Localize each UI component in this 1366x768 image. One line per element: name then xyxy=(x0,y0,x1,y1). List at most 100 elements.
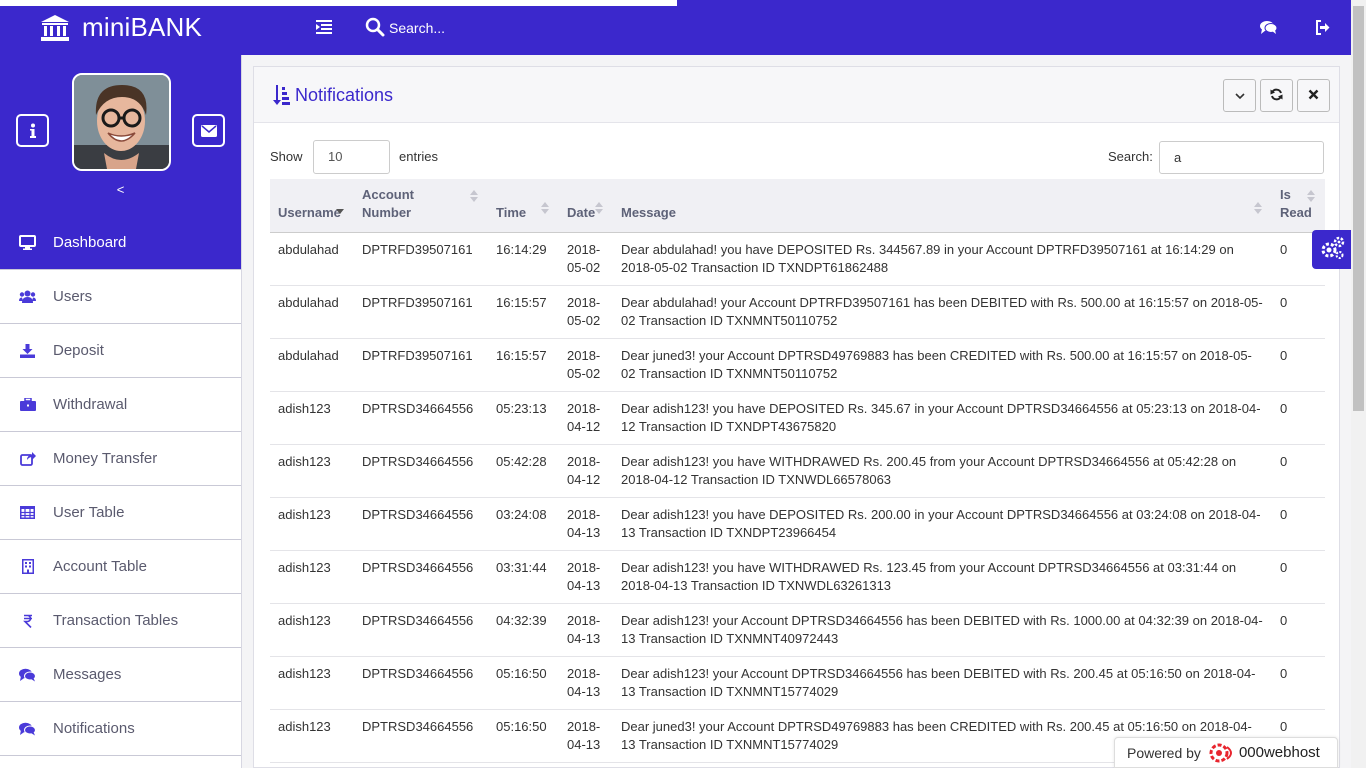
share-icon xyxy=(19,450,36,467)
top-loading-strip xyxy=(0,0,677,6)
table-header-row: Username Account Number Time Date Messag… xyxy=(270,179,1325,233)
cell-username: adish123 xyxy=(270,497,354,551)
powered-by-badge[interactable]: Powered by 000webhost xyxy=(1114,737,1338,768)
cell-date: 2018-04-12 xyxy=(559,391,613,445)
cell-account: DPTRFD39507161 xyxy=(354,338,488,392)
cell-time: 05:23:13 xyxy=(488,391,559,445)
sidebar-item-label: Transaction Tables xyxy=(53,612,179,629)
cell-account: DPTRSD34664556 xyxy=(354,444,488,498)
sign-out-icon[interactable] xyxy=(1315,20,1330,35)
cell-message: Dear adish123! you have WITHDRAWED Rs. 1… xyxy=(613,550,1272,604)
menu-toggle-icon[interactable] xyxy=(316,20,332,34)
column-header-label: Message xyxy=(621,204,676,220)
cell-date: 2018-04-13 xyxy=(559,497,613,551)
cell-account: DPTRSD34664556 xyxy=(354,497,488,551)
cell-time: 16:15:57 xyxy=(488,338,559,392)
cell-date: 2018-04-13 xyxy=(559,656,613,710)
brand[interactable]: miniBANK xyxy=(0,0,242,55)
main-content: Notifications Show 10 entries Search: Us… xyxy=(242,55,1351,768)
sidebar-item-users[interactable]: Users xyxy=(0,270,241,324)
sidebar-item-dashboard[interactable]: Dashboard xyxy=(0,216,241,270)
cell-is-read: 0 xyxy=(1272,497,1325,551)
cell-is-read: 0 xyxy=(1272,550,1325,604)
search-icon xyxy=(365,17,385,37)
column-header-is-read[interactable]: Is Read xyxy=(1272,179,1325,233)
cell-username: adish123 xyxy=(270,709,354,763)
show-label: Show xyxy=(270,149,303,164)
cell-message: Dear adish123! your Account DPTRSD346645… xyxy=(613,656,1272,710)
cell-username: adish123 xyxy=(270,656,354,710)
sidebar-item-account-table[interactable]: Account Table xyxy=(0,540,241,594)
top-navbar: miniBANK xyxy=(0,0,1351,55)
sidebar-item-user-table[interactable]: User Table xyxy=(0,486,241,540)
sidebar-item-withdrawal[interactable]: Withdrawal xyxy=(0,378,241,432)
column-header-label: Date xyxy=(567,204,596,220)
cell-account: DPTRSD34664556 xyxy=(354,391,488,445)
download-icon xyxy=(19,342,36,359)
entries-label: entries xyxy=(399,149,439,164)
cell-is-read: 0 xyxy=(1272,338,1325,392)
chat-icon[interactable] xyxy=(1260,20,1278,35)
close-icon xyxy=(1308,88,1319,103)
comments-icon xyxy=(19,666,36,683)
cell-is-read: 0 xyxy=(1272,391,1325,445)
column-header-message[interactable]: Message xyxy=(613,179,1272,233)
table-row: adish123 DPTRSD34664556 05:42:28 2018-04-12… xyxy=(270,444,1325,498)
sidebar-item-label: Account Table xyxy=(53,558,147,575)
cell-message: Dear adish123! your Account DPTRSD346645… xyxy=(613,603,1272,657)
brand-name: miniBANK xyxy=(82,12,203,42)
cell-time: 03:24:08 xyxy=(488,497,559,551)
sidebar-item-label: User Table xyxy=(53,504,125,521)
scrollbar-thumb[interactable] xyxy=(1353,6,1364,411)
table-row: adish123 DPTRSD34664556 03:31:44 2018-04-13… xyxy=(270,550,1325,604)
cell-date: 2018-04-12 xyxy=(559,444,613,498)
table-search-label: Search: xyxy=(1108,149,1153,164)
sidebar-item-messages[interactable]: Messages xyxy=(0,648,241,702)
column-header-time[interactable]: Time xyxy=(488,179,559,233)
chevron-down-icon xyxy=(1234,88,1245,103)
cell-time: 03:31:44 xyxy=(488,550,559,604)
column-header-username[interactable]: Username xyxy=(270,179,354,233)
cell-date: 2018-05-02 xyxy=(559,285,613,339)
sidebar-item-money-transfer[interactable]: Money Transfer xyxy=(0,432,241,486)
profile-collapse-toggle[interactable]: < xyxy=(0,182,241,197)
cell-message: Dear abdulahad! you have DEPOSITED Rs. 3… xyxy=(613,232,1272,286)
close-panel-button[interactable] xyxy=(1297,79,1330,112)
column-header-label: Time xyxy=(496,204,527,220)
sort-icon xyxy=(541,201,549,214)
avatar[interactable] xyxy=(72,73,171,171)
column-header-date[interactable]: Date xyxy=(559,179,613,233)
table-search-input[interactable] xyxy=(1159,141,1324,174)
sidebar-item-notifications[interactable]: Notifications xyxy=(0,702,241,756)
entries-select[interactable]: 10 xyxy=(313,140,390,174)
comments-icon xyxy=(19,720,36,737)
cell-message: Dear juned3! your Account DPTRSD49769883… xyxy=(613,338,1272,392)
column-header-label: Account Number xyxy=(362,186,414,220)
top-search-input[interactable] xyxy=(389,16,689,40)
cell-username: adish123 xyxy=(270,391,354,445)
cell-is-read: 0 xyxy=(1272,285,1325,339)
cell-date: 2018-04-13 xyxy=(559,603,613,657)
cell-username: abdulahad xyxy=(270,338,354,392)
cell-account: DPTRSD34664556 xyxy=(354,709,488,763)
column-header-label: Username xyxy=(278,204,341,220)
panel-title: Notifications xyxy=(295,85,394,105)
cell-message: Dear abdulahad! your Account DPTRFD39507… xyxy=(613,285,1272,339)
sort-icon xyxy=(1254,201,1262,214)
settings-gear-button[interactable] xyxy=(1312,230,1351,269)
cell-time: 05:42:28 xyxy=(488,444,559,498)
mail-button[interactable] xyxy=(192,114,225,147)
sidebar: < Dashboard Users Deposit Withdrawal Mon… xyxy=(0,55,242,768)
collapse-panel-button[interactable] xyxy=(1223,79,1256,112)
sidebar-item-deposit[interactable]: Deposit xyxy=(0,324,241,378)
sidebar-item-label: Notifications xyxy=(53,720,135,737)
webhost-logo-icon xyxy=(1209,743,1235,763)
cell-date: 2018-05-02 xyxy=(559,232,613,286)
sort-desc-icon xyxy=(336,202,344,214)
sidebar-item-transaction-tables[interactable]: Transaction Tables xyxy=(0,594,241,648)
rupee-icon xyxy=(19,612,36,629)
refresh-panel-button[interactable] xyxy=(1260,79,1293,112)
info-button[interactable] xyxy=(16,114,49,147)
column-header-account-number[interactable]: Account Number xyxy=(354,179,488,233)
cell-message: Dear adish123! you have WITHDRAWED Rs. 2… xyxy=(613,444,1272,498)
